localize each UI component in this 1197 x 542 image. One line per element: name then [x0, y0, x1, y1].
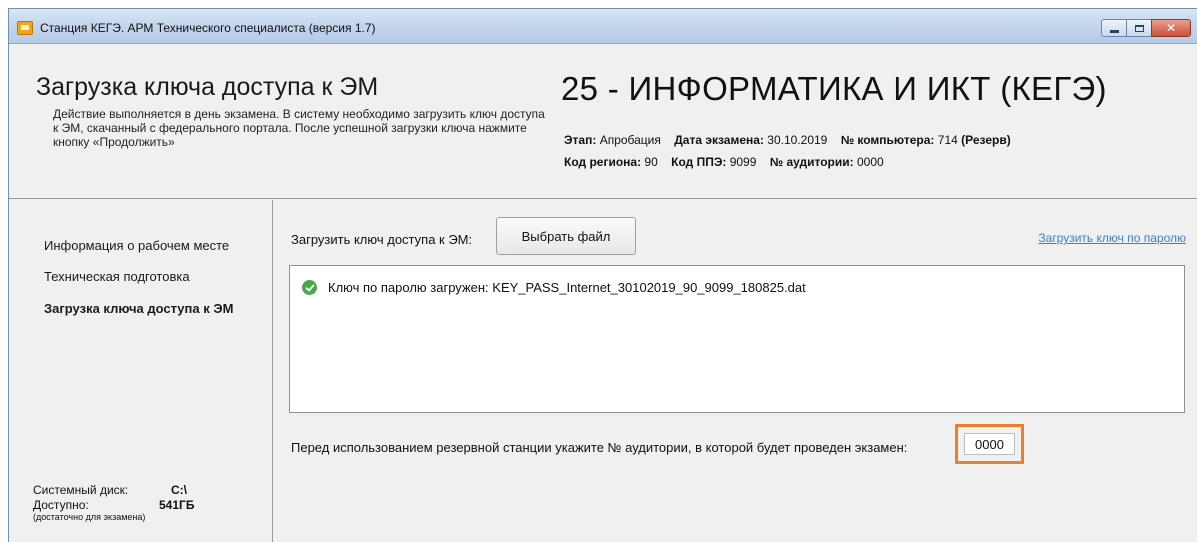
sidebar: Информация о рабочем месте Техническая п… — [9, 200, 273, 542]
sidebar-item-key-upload[interactable]: Загрузка ключа доступа к ЭМ — [44, 301, 233, 316]
maximize-icon — [1134, 24, 1144, 32]
close-icon: ✕ — [1165, 21, 1177, 35]
reserve-badge: (Резерв) — [961, 133, 1011, 147]
choose-file-button[interactable]: Выбрать файл — [496, 217, 636, 255]
system-disk-value: C:\ — [171, 483, 187, 497]
page-description: Действие выполняется в день экзамена. В … — [53, 107, 545, 149]
room-number-label: № аудитории: — [769, 155, 854, 169]
stage-value: Апробация — [599, 133, 661, 147]
load-key-by-password-link[interactable]: Загрузить ключ по паролю — [1038, 231, 1186, 245]
app-window: Станция КЕГЭ. АРМ Технического специалис… — [8, 8, 1197, 542]
free-space-label: Доступно: — [33, 498, 89, 512]
main-content: Загрузить ключ доступа к ЭМ: Выбрать фай… — [274, 200, 1197, 542]
minimize-icon — [1109, 29, 1119, 33]
maximize-button[interactable] — [1126, 19, 1152, 37]
upload-key-label: Загрузить ключ доступа к ЭМ: — [291, 232, 473, 247]
check-circle-icon — [302, 280, 317, 295]
stage-label: Этап: — [564, 133, 597, 147]
app-icon — [17, 21, 33, 35]
log-panel: Ключ по паролю загружен: KEY_PASS_Intern… — [289, 265, 1185, 413]
room-input-highlight — [955, 424, 1024, 464]
minimize-button[interactable] — [1101, 19, 1127, 37]
window-title: Станция КЕГЭ. АРМ Технического специалис… — [40, 21, 376, 35]
window-controls: ✕ — [1101, 19, 1191, 37]
exam-date-value: 30.10.2019 — [767, 133, 828, 147]
region-code-value: 90 — [644, 155, 658, 169]
sidebar-item-workplace-info[interactable]: Информация о рабочем месте — [44, 238, 229, 253]
room-number-prompt: Перед использованием резервной станции у… — [291, 440, 908, 455]
log-entry-text: Ключ по паролю загружен: KEY_PASS_Intern… — [328, 280, 806, 295]
page-header: Загрузка ключа доступа к ЭМ Действие вып… — [9, 45, 1197, 199]
room-number-value: 0000 — [856, 155, 884, 169]
room-number-input[interactable] — [964, 433, 1015, 455]
exam-date-label: Дата экзамена: — [674, 133, 764, 147]
disk-info: Системный диск: C:\ Доступно: 541ГБ (дос… — [33, 483, 194, 522]
ppe-code-value: 9099 — [729, 155, 757, 169]
free-space-value: 541ГБ — [159, 498, 195, 512]
log-entry: Ключ по паролю загружен: KEY_PASS_Intern… — [302, 280, 806, 295]
ppe-code-label: Код ППЭ: — [671, 155, 727, 169]
region-code-label: Код региона: — [564, 155, 642, 169]
exam-meta-row-1: Этап: Апробация Дата экзамена: 30.10.201… — [564, 133, 1011, 147]
free-space-note: (достаточно для экзамена) — [33, 512, 146, 522]
subject-title: 25 - ИНФОРМАТИКА И ИКТ (КЕГЭ) — [561, 70, 1107, 107]
computer-number-value: 714 — [937, 133, 958, 147]
sidebar-item-technical-preparation[interactable]: Техническая подготовка — [44, 269, 190, 284]
page-title: Загрузка ключа доступа к ЭМ — [36, 73, 379, 101]
system-disk-label: Системный диск: — [33, 483, 129, 497]
exam-meta-row-2: Код региона: 90 Код ППЭ: 9099 № аудитори… — [564, 155, 884, 169]
computer-number-label: № компьютера: — [840, 133, 935, 147]
title-bar[interactable]: Станция КЕГЭ. АРМ Технического специалис… — [9, 9, 1197, 44]
close-button[interactable]: ✕ — [1151, 19, 1191, 37]
